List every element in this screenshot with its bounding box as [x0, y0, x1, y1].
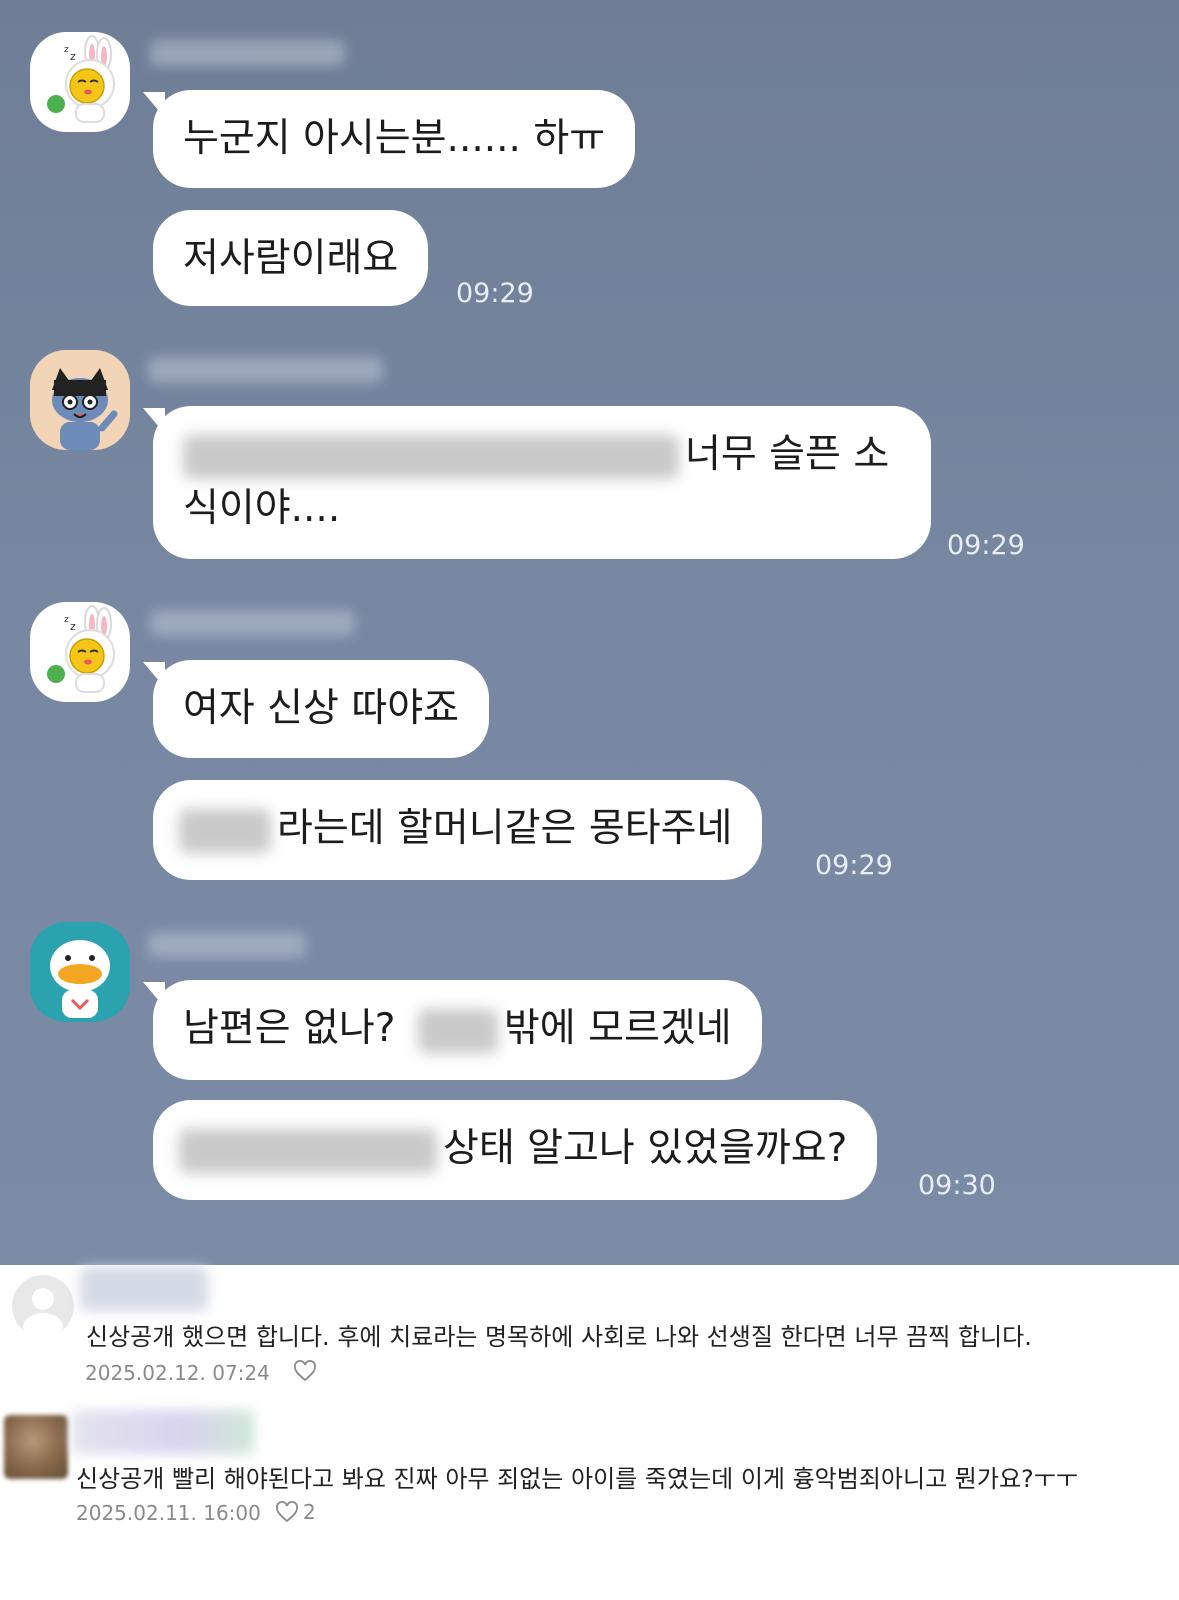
redacted-text [417, 1008, 498, 1053]
comment-date: 2025.02.12. 07:24 [85, 1361, 270, 1385]
redacted-text [183, 434, 679, 479]
default-avatar-icon[interactable] [12, 1275, 74, 1337]
chat-bubble: 남편은 없나? 밖에 모르겠네 [143, 980, 762, 1080]
message-text: 라는데 할머니같은 몽타주네 [277, 806, 733, 851]
chat-bubble: 너무 슬픈 소식이야.... [143, 406, 931, 559]
message-time: 09:30 [918, 1170, 996, 1201]
redacted-text [179, 1128, 437, 1173]
cat-avatar-icon[interactable] [30, 350, 130, 450]
like-button[interactable] [293, 1360, 321, 1382]
chat-bubble: 라는데 할머니같은 몽타주네 [153, 780, 763, 880]
message-text: 남편은 없나? [183, 1006, 396, 1051]
message-text: 상태 알고나 있었을까요? [443, 1126, 848, 1171]
chat-bubble: 여자 신상 따야죠 [143, 660, 489, 758]
comment-text: 신상공개 했으면 합니다. 후에 치료라는 명목하에 사회로 나와 선생질 한다… [86, 1323, 1032, 1351]
sleeping-rabbit-avatar-icon[interactable]: z z [30, 602, 130, 702]
message-text: 여자 신상 따야죠 [183, 686, 459, 731]
message-text: 누군지 아시는분...... 하ㅠ [183, 116, 606, 161]
svg-text:z: z [64, 615, 69, 625]
message-time: 09:29 [947, 530, 1025, 561]
heart-icon [276, 1501, 298, 1523]
comment-list: 신상공개 했으면 합니다. 후에 치료라는 명목하에 사회로 나와 선생질 한다… [0, 1265, 1179, 1600]
svg-text:z: z [64, 45, 69, 55]
svg-text:z: z [70, 620, 76, 633]
heart-icon [294, 1360, 316, 1382]
sleeping-rabbit-avatar-icon[interactable]: z z [30, 32, 130, 132]
message-time: 09:29 [815, 850, 893, 881]
message-text: 밖에 모르겠네 [503, 1006, 732, 1051]
commenter-name-blurred [80, 1267, 208, 1311]
message-time: 09:29 [456, 278, 534, 309]
sender-name-blurred [148, 357, 383, 383]
duck-avatar-icon[interactable] [30, 922, 130, 1022]
user-avatar-icon[interactable] [4, 1415, 68, 1479]
like-button[interactable]: 2 [275, 1500, 316, 1524]
svg-text:z: z [70, 50, 76, 63]
chat-screenshot: z z 누군지 아시는분...... 하ㅠ 저사람이래요 09:29 너무 슬픈… [0, 0, 1179, 1265]
commenter-name-blurred [72, 1410, 254, 1454]
chat-bubble: 상태 알고나 있었을까요? [153, 1100, 878, 1200]
comment-text: 신상공개 빨리 해야된다고 봐요 진짜 아무 죄없는 아이를 죽였는데 이게 흉… [76, 1465, 1078, 1493]
chat-bubble: 누군지 아시는분...... 하ㅠ [143, 90, 636, 188]
comment-date: 2025.02.11. 16:00 [76, 1501, 261, 1525]
redacted-text [179, 808, 271, 853]
message-text: 저사람이래요 [183, 236, 399, 281]
sender-name-blurred [150, 610, 355, 636]
sender-name-blurred [150, 40, 345, 66]
chat-bubble: 저사람이래요 [153, 210, 429, 306]
like-count: 2 [303, 1500, 316, 1524]
sender-name-blurred [148, 932, 306, 958]
